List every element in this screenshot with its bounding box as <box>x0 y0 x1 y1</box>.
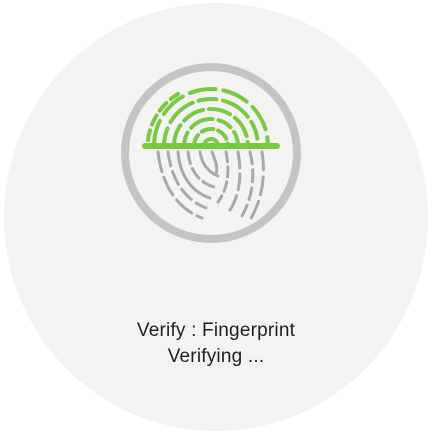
verify-method-label: Verify : Fingerprint <box>136 320 296 341</box>
verify-screen: Verify : Fingerprint Verifying ... <box>0 0 432 434</box>
fingerprint-unscanned <box>156 150 265 222</box>
verify-status-label: Verifying ... <box>167 346 265 367</box>
fingerprint-icon <box>118 60 304 246</box>
